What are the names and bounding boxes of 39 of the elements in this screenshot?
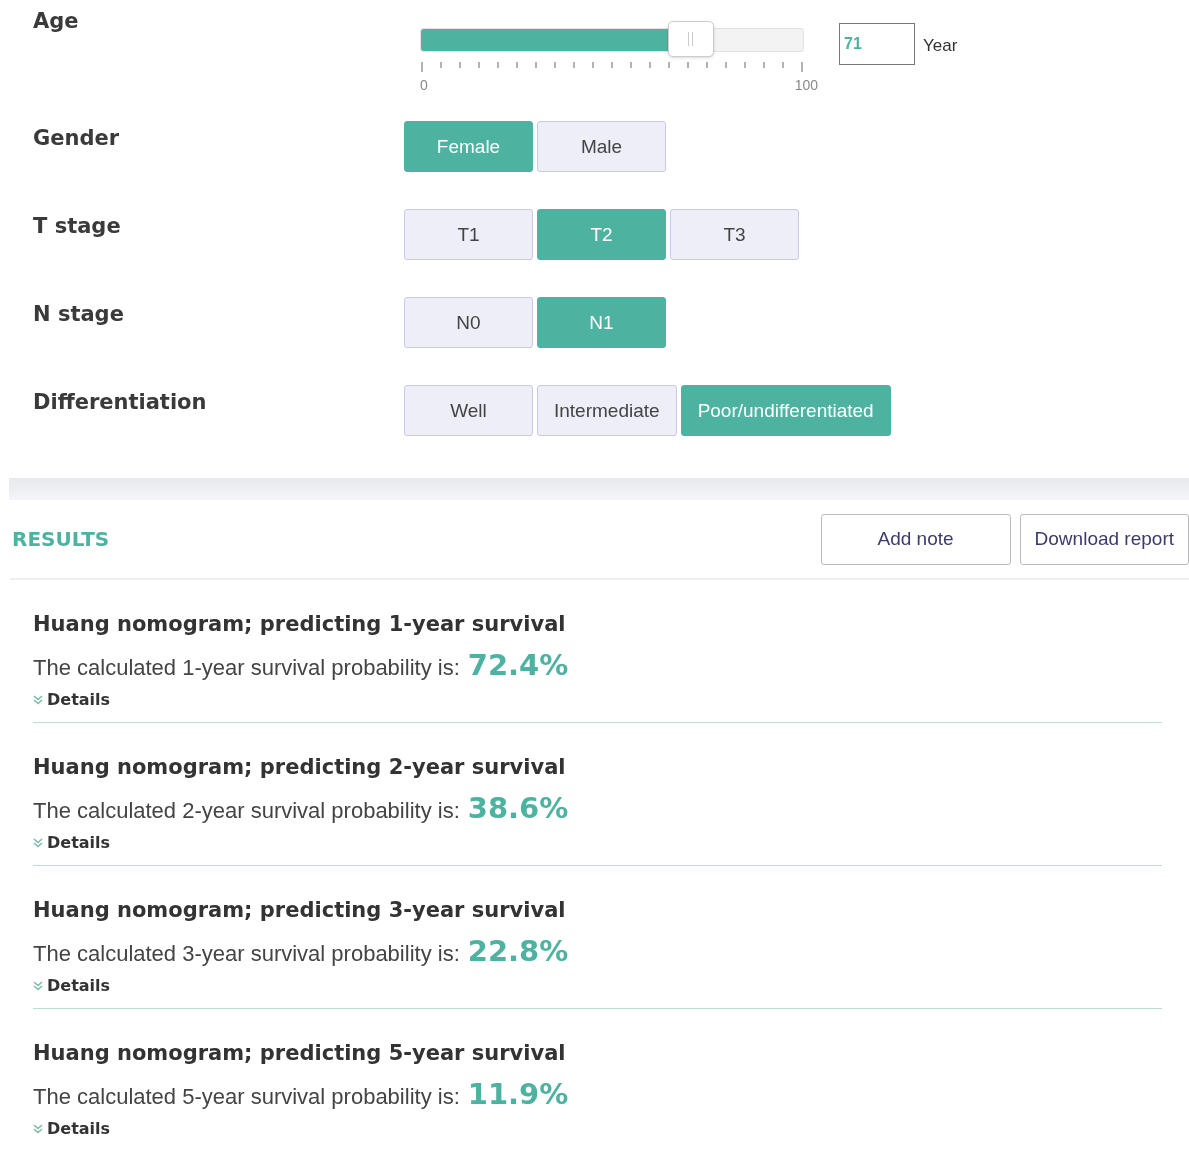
field-label: T stage	[33, 214, 121, 238]
probability-value: 11.9%	[467, 1077, 569, 1111]
option-button[interactable]: N0	[404, 297, 533, 348]
result-text: The calculated 3-year survival probability is:	[33, 941, 460, 967]
result-title: Huang nomogram; predicting 5-year survival	[33, 1041, 567, 1065]
option-button[interactable]: T1	[404, 209, 533, 260]
scale-label: 100	[794, 77, 818, 93]
probability-value: 72.4%	[467, 648, 569, 682]
option-button[interactable]: Intermediate	[537, 385, 677, 436]
age-slider[interactable]	[420, 21, 804, 57]
chevron-down-icon	[33, 1123, 43, 1134]
result-title: Huang nomogram; predicting 2-year survival	[33, 755, 567, 779]
result-text: The calculated 1-year survival probability is:	[33, 655, 460, 681]
details-link[interactable]: Details	[47, 690, 111, 709]
action-button[interactable]: Download report	[1019, 513, 1189, 565]
unit-label: Year	[923, 36, 958, 56]
probability-value: 22.8%	[467, 934, 569, 968]
scale-label: 0	[420, 77, 428, 93]
option-button[interactable]: T3	[670, 209, 799, 260]
result-text: The calculated 2-year survival probability is:	[33, 798, 460, 824]
chevron-down-icon	[33, 980, 43, 991]
field-label: Gender	[33, 126, 120, 150]
result-title: Huang nomogram; predicting 3-year survival	[33, 898, 567, 922]
action-button[interactable]: Add note	[820, 513, 1011, 565]
slider-handle[interactable]	[667, 21, 714, 57]
chevron-down-icon	[33, 837, 43, 848]
details-link[interactable]: Details	[47, 976, 111, 995]
probability-value: 38.6%	[467, 791, 569, 825]
details-link[interactable]: Details	[47, 833, 111, 852]
field-label: Age	[33, 9, 79, 33]
details-link[interactable]: Details	[47, 1119, 111, 1138]
result-title: Huang nomogram; predicting 1-year survival	[33, 612, 567, 636]
result-text: The calculated 5-year survival probability is:	[33, 1084, 460, 1110]
option-button[interactable]: Well	[404, 385, 533, 436]
option-button[interactable]: Male	[537, 121, 666, 172]
field-label: N stage	[33, 302, 124, 326]
field-label: Differentiation	[33, 390, 207, 414]
section-title: RESULTS	[12, 527, 110, 551]
chevron-down-icon	[33, 694, 43, 705]
